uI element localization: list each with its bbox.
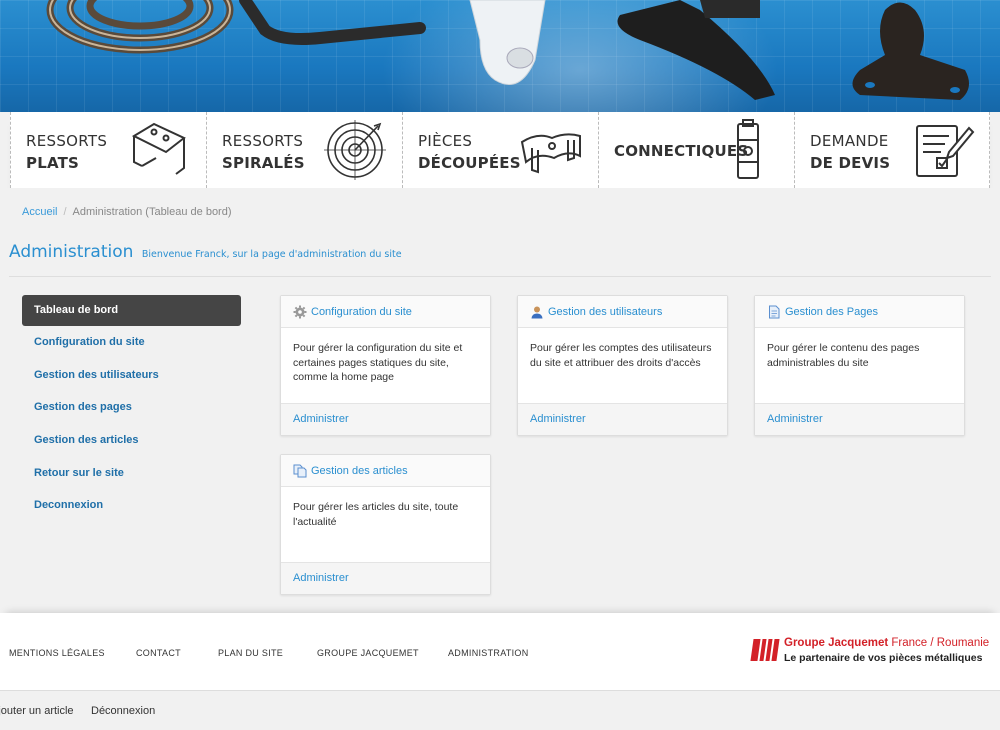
card-pages: Gestion des Pages Pour gérer le contenu …	[754, 295, 965, 436]
nav-item-line2: DE DEVIS	[810, 154, 891, 172]
nav-item-connectiques[interactable]: CONNECTIQUES	[598, 112, 794, 188]
card-articles: Gestion des articles Pour gérer les arti…	[280, 454, 491, 595]
card-utilisateurs: Gestion des utilisateurs Pour gérer les …	[517, 295, 728, 436]
page-header: Administration Bienvenue Franck, sur la …	[9, 242, 402, 262]
brand-tagline: Le partenaire de vos pièces métalliques	[784, 652, 983, 664]
brand-region: France / Roumanie	[891, 637, 990, 649]
title-divider	[9, 276, 991, 277]
nav-item-line1: RESSORTS	[222, 132, 304, 150]
page-icon	[769, 305, 780, 318]
quote-request-icon	[916, 125, 975, 177]
card-administrer-link[interactable]: Administrer	[281, 562, 490, 594]
card-administrer-link[interactable]: Administrer	[281, 403, 490, 435]
nav-item-line2: DÉCOUPÉES	[418, 154, 521, 172]
footer-link-groupe-jacquemet[interactable]: GROUPE JACQUEMET	[317, 648, 419, 658]
brand-name: Groupe Jacquemet	[784, 637, 889, 649]
flat-spring-icon	[131, 122, 186, 175]
footer-link-mentions-legales[interactable]: MENTIONS LÉGALES	[9, 648, 105, 658]
banner-product-images	[46, 0, 969, 100]
card-description: Pour gérer les comptes des utilisateurs …	[530, 342, 712, 369]
card-description: Pour gérer la configuration du site et c…	[293, 342, 463, 383]
sidebar-item-configuration[interactable]: Configuration du site	[22, 326, 241, 359]
sidebar-item-tableau-de-bord[interactable]: Tableau de bord	[22, 295, 241, 326]
card-title: Gestion des utilisateurs	[548, 305, 663, 318]
footer-link-contact[interactable]: CONTACT	[136, 648, 181, 658]
connector-icon	[737, 119, 759, 179]
nav-item-pieces-decoupees[interactable]: PIÈCES DÉCOUPÉES	[402, 112, 598, 188]
card-title: Gestion des Pages	[785, 305, 878, 318]
footer-link-administration[interactable]: ADMINISTRATION	[448, 648, 529, 658]
card-title: Configuration du site	[311, 305, 412, 318]
sidebar-item-retour-site[interactable]: Retour sur le site	[22, 457, 241, 490]
admin-sidebar: Tableau de bord Configuration du site Ge…	[22, 295, 241, 522]
breadcrumb-current: Administration (Tableau de bord)	[72, 206, 232, 218]
page-title: Administration	[9, 242, 134, 262]
breadcrumb-home-link[interactable]: Accueil	[22, 206, 57, 218]
nav-item-ressorts-spirales[interactable]: RESSORTS SPIRALÉS	[206, 112, 402, 188]
articles-icon	[293, 464, 307, 477]
gear-icon	[293, 305, 307, 318]
card-administrer-link[interactable]: Administrer	[755, 403, 964, 435]
user-icon	[531, 306, 543, 318]
breadcrumb-separator: /	[63, 206, 67, 218]
nav-item-line1: PIÈCES	[418, 132, 473, 150]
admin-bottom-bar: Ajouter un article Déconnexion	[0, 690, 1000, 730]
header-banner	[0, 0, 1000, 112]
card-configuration: Configuration du site Pour gérer la conf…	[280, 295, 491, 436]
site-footer: MENTIONS LÉGALES CONTACT PLAN DU SITE GR…	[0, 613, 1000, 690]
nav-item-line2: PLATS	[26, 154, 80, 172]
spiral-spring-icon	[324, 120, 386, 180]
card-description: Pour gérer les articles du site, toute l…	[293, 501, 459, 528]
cut-part-icon	[520, 133, 581, 174]
nav-item-line1: RESSORTS	[26, 132, 108, 150]
card-administrer-link[interactable]: Administrer	[518, 403, 727, 435]
main-nav: RESSORTS PLATS RESSORTS SPIRALÉS PIÈCES DÉC…	[10, 112, 990, 188]
main-content: Accueil / Administration (Tableau de bord)…	[0, 188, 1000, 613]
sidebar-item-utilisateurs[interactable]: Gestion des utilisateurs	[22, 359, 241, 392]
card-description: Pour gérer le contenu des pages administ…	[767, 342, 920, 369]
bottom-link-deconnexion[interactable]: Déconnexion	[91, 705, 155, 717]
bottom-link-ajouter-article[interactable]: Ajouter un article	[0, 705, 74, 717]
nav-item-ressorts-plats[interactable]: RESSORTS PLATS	[10, 112, 206, 188]
nav-item-demande-de-devis[interactable]: DEMANDE DE DEVIS	[794, 112, 990, 188]
nav-item-line2: SPIRALÉS	[222, 154, 305, 172]
footer-link-plan-du-site[interactable]: PLAN DU SITE	[218, 648, 283, 658]
sidebar-item-articles[interactable]: Gestion des articles	[22, 424, 241, 457]
jacquemet-logo-icon	[750, 639, 780, 661]
sidebar-item-pages[interactable]: Gestion des pages	[22, 391, 241, 424]
nav-item-line1: DEMANDE	[810, 132, 889, 150]
sidebar-item-deconnexion[interactable]: Deconnexion	[22, 489, 241, 522]
card-title: Gestion des articles	[311, 464, 408, 477]
page-subtitle: Bienvenue Franck, sur la page d'administ…	[141, 249, 402, 260]
breadcrumb: Accueil / Administration (Tableau de bord)	[22, 206, 232, 218]
